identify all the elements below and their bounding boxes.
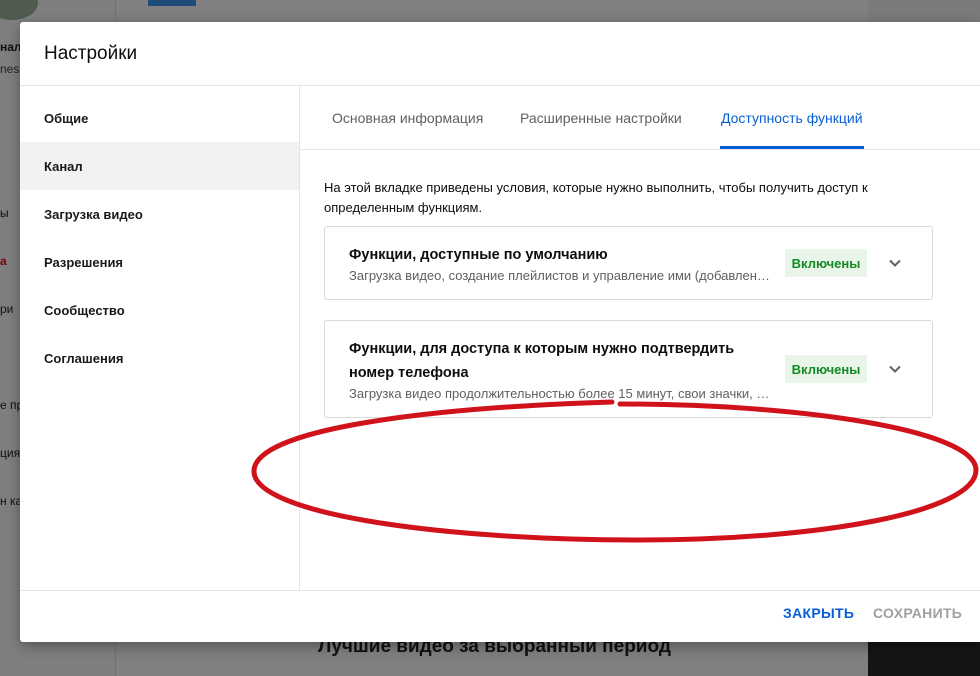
active-tab-indicator [720, 146, 864, 149]
feature-card-title: Функции, доступные по умолчанию [349, 247, 608, 263]
tab-feature-eligibility[interactable]: Доступность функций [721, 86, 863, 150]
tab-basic-info[interactable]: Основная информация [332, 86, 483, 150]
save-button[interactable]: СОХРАНИТЬ [873, 605, 962, 621]
sidebar-item-community[interactable]: Сообщество [20, 286, 299, 334]
feature-card-description: Загрузка видео, создание плейлистов и уп… [349, 268, 770, 283]
feature-card-title: Функции, для доступа к которым нужно под… [349, 341, 735, 381]
chevron-down-icon[interactable] [883, 251, 907, 275]
background-tab-indicator [148, 0, 196, 6]
sidebar-item-general[interactable]: Общие [20, 94, 299, 142]
sidebar-item-channel[interactable]: Канал [20, 142, 299, 190]
dialog-footer: ЗАКРЫТЬ СОХРАНИТЬ [20, 590, 980, 642]
settings-dialog: Настройки Общие Канал Загрузка видео Раз… [20, 22, 980, 642]
background-text: н ка [0, 494, 23, 508]
dialog-body: Общие Канал Загрузка видео Разрешения Со… [20, 86, 980, 590]
tab-bar: Основная информация Расширенные настройк… [300, 86, 980, 150]
status-badge: Включены [785, 355, 867, 383]
background-text: ция [0, 446, 21, 460]
tab-advanced-settings[interactable]: Расширенные настройки [520, 86, 682, 150]
background-text: нал [0, 40, 22, 54]
feature-card-phone-verified[interactable]: Функции, для доступа к которым нужно под… [324, 320, 933, 418]
feature-card-default[interactable]: Функции, доступные по умолчанию Загрузка… [324, 226, 933, 300]
background-text: ри [0, 302, 14, 316]
sidebar-item-permissions[interactable]: Разрешения [20, 238, 299, 286]
settings-content: Основная информация Расширенные настройк… [300, 86, 980, 590]
settings-sidebar: Общие Канал Загрузка видео Разрешения Со… [20, 86, 300, 590]
background-text: nes [0, 62, 20, 76]
status-badge: Включены [785, 249, 867, 277]
background-video-thumbnail [868, 642, 980, 676]
chevron-down-icon[interactable] [883, 357, 907, 381]
background-text: ы [0, 206, 9, 220]
dialog-title: Настройки [44, 42, 138, 64]
dialog-header: Настройки [20, 22, 980, 86]
background-text: а [0, 254, 7, 268]
close-button[interactable]: ЗАКРЫТЬ [783, 605, 854, 621]
sidebar-item-upload-defaults[interactable]: Загрузка видео [20, 190, 299, 238]
background-avatar [0, 0, 38, 20]
feature-card-description: Загрузка видео продолжительностью более … [349, 386, 770, 401]
tab-description: На этой вкладке приведены условия, котор… [324, 180, 868, 215]
sidebar-item-agreements[interactable]: Соглашения [20, 334, 299, 382]
